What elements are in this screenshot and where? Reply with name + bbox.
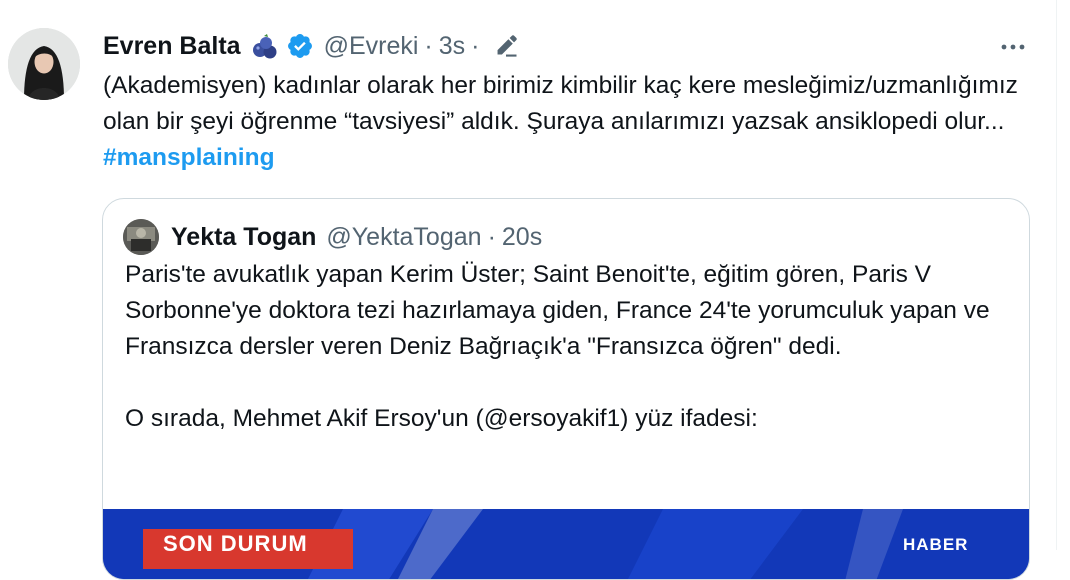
banner-right-text: HABER	[903, 535, 969, 554]
tweet-time[interactable]: 3s	[439, 32, 465, 61]
quoted-tweet-time: 20s	[501, 222, 543, 251]
quoted-paragraph: O sırada, Mehmet Akif Ersoy'un (@ersoyak…	[125, 405, 758, 432]
separator-dot: ·	[471, 31, 480, 60]
separator-dot: ·	[424, 31, 433, 60]
author-name[interactable]: Evren Balta	[103, 32, 241, 61]
quoted-media-image[interactable]: SON DURUM HABER	[103, 509, 1029, 579]
banner-left-text: SON DURUM	[163, 531, 308, 556]
quoted-tweet-header: Yekta Togan @YektaTogan · 20s	[123, 219, 542, 255]
quoted-paragraph: Paris'te avukatlık yapan Kerim Üster; Sa…	[125, 261, 990, 360]
tweet-text: (Akademisyen) kadınlar olarak her birimi…	[103, 68, 1023, 176]
quoted-author-handle: @YektaTogan	[326, 222, 482, 251]
pencil-icon[interactable]	[492, 32, 520, 60]
quoted-tweet[interactable]: Yekta Togan @YektaTogan · 20s Paris'te a…	[102, 198, 1030, 580]
quoted-author-name: Yekta Togan	[171, 222, 317, 251]
tweet-header: Evren Balta @Evreki · 3s ·	[103, 28, 520, 64]
quoted-author-avatar[interactable]	[123, 219, 159, 255]
separator-dot: ·	[487, 222, 496, 251]
quoted-tweet-text: Paris'te avukatlık yapan Kerim Üster; Sa…	[125, 257, 1005, 437]
timeline-divider	[1056, 0, 1057, 550]
blueberries-icon	[250, 31, 280, 61]
tweet-body: (Akademisyen) kadınlar olarak her birimi…	[103, 72, 1018, 135]
author-avatar[interactable]	[8, 28, 80, 100]
hashtag-link[interactable]: #mansplaining	[103, 144, 275, 171]
author-handle[interactable]: @Evreki	[324, 32, 419, 61]
verified-badge-icon[interactable]	[286, 32, 314, 60]
more-dots-icon[interactable]	[998, 32, 1028, 62]
